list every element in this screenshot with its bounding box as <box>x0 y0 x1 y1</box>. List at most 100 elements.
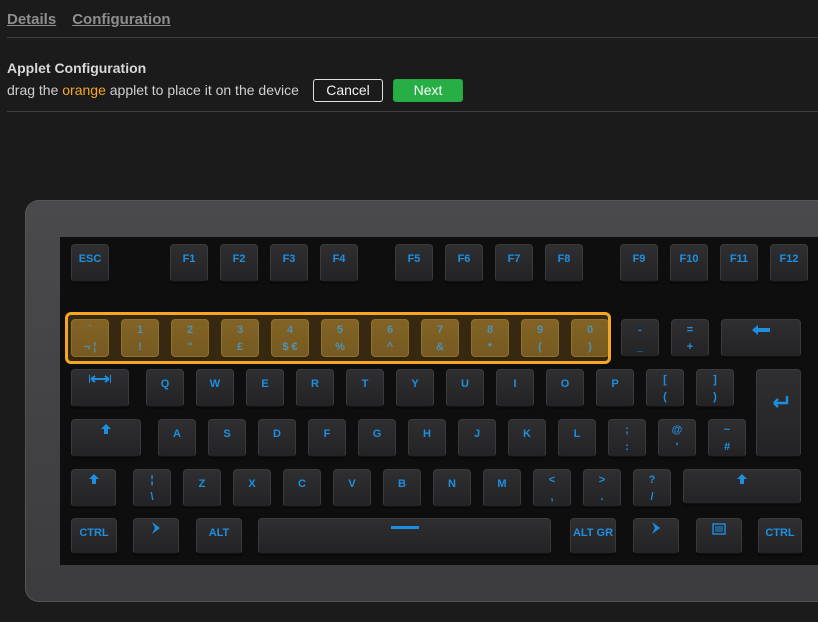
key-f6-label: F6 <box>457 253 471 265</box>
key-v[interactable]: V <box>333 469 371 507</box>
key-period-legend-bottom: . <box>600 491 604 503</box>
key-c[interactable]: C <box>283 469 321 507</box>
key-p[interactable]: P <box>596 369 634 407</box>
key-f6[interactable]: F6 <box>445 244 483 282</box>
key-n-label: N <box>448 478 456 490</box>
key-k[interactable]: K <box>508 419 546 457</box>
ctrl-right-key[interactable]: CTRL <box>758 518 802 554</box>
key-comma-legend-top: < <box>548 474 556 486</box>
tab-icon <box>72 374 128 384</box>
key-f2-label: F2 <box>232 253 246 265</box>
backspace-key[interactable] <box>721 319 801 357</box>
key-bracket-right[interactable]: ]) <box>696 369 734 407</box>
key-f-label: F <box>323 428 331 440</box>
key-k-label: K <box>523 428 531 440</box>
key-j[interactable]: J <box>458 419 496 457</box>
key-f5[interactable]: F5 <box>395 244 433 282</box>
key-l[interactable]: L <box>558 419 596 457</box>
key-a[interactable]: A <box>158 419 196 457</box>
key-t[interactable]: T <box>346 369 384 407</box>
space-key[interactable] <box>258 518 551 554</box>
key-slash[interactable]: ? / <box>633 469 671 507</box>
key-o-label: O <box>560 378 570 390</box>
key-i[interactable]: I <box>496 369 534 407</box>
key-c-label: C <box>298 478 306 490</box>
key-semicolon-legend-bottom: : <box>625 441 629 453</box>
key-b[interactable]: B <box>383 469 421 507</box>
key-m-label: M <box>497 478 507 490</box>
key-z[interactable]: Z <box>183 469 221 507</box>
tab-key[interactable] <box>71 369 129 407</box>
key-num-11[interactable]: - _ <box>621 319 659 357</box>
key-comma[interactable]: <, <box>533 469 571 507</box>
key-u[interactable]: U <box>446 369 484 407</box>
windows-right-key[interactable] <box>633 518 679 554</box>
key-slash-legend-top: ? <box>648 474 656 486</box>
key-bracket-left[interactable]: [( <box>646 369 684 407</box>
key-f11[interactable]: F11 <box>720 244 758 282</box>
desc-text: drag the <box>7 82 63 98</box>
key-num-12[interactable]: = + <box>671 319 709 357</box>
key-j-label: J <box>473 428 481 440</box>
key-y[interactable]: Y <box>396 369 434 407</box>
key-d-label: D <box>273 428 281 440</box>
key-o[interactable]: O <box>546 369 584 407</box>
next-button[interactable]: Next <box>393 79 463 102</box>
shift-right-icon <box>684 474 800 484</box>
key-f2[interactable]: F2 <box>220 244 258 282</box>
key-f3[interactable]: F3 <box>270 244 308 282</box>
number-row-applet[interactable] <box>65 312 611 364</box>
cancel-button[interactable]: Cancel <box>313 79 383 102</box>
key-f10-label: F10 <box>679 253 699 265</box>
shift-right-key[interactable] <box>683 469 801 504</box>
key-period[interactable]: >. <box>583 469 621 507</box>
divider <box>7 37 818 38</box>
windows-left-key[interactable] <box>133 518 179 554</box>
key-bracket-right-legend-bottom: ) <box>713 391 717 403</box>
key-w[interactable]: W <box>196 369 234 407</box>
key-f12[interactable]: F12 <box>770 244 808 282</box>
key-f4-label: F4 <box>332 253 346 265</box>
enter-key[interactable] <box>756 369 801 457</box>
shift-left-key[interactable] <box>71 469 116 507</box>
key-n[interactable]: N <box>433 469 471 507</box>
key-s[interactable]: S <box>208 419 246 457</box>
key-f[interactable]: F <box>308 419 346 457</box>
key-m[interactable]: M <box>483 469 521 507</box>
key-f12-label: F12 <box>779 253 799 265</box>
key-h[interactable]: H <box>408 419 446 457</box>
applet-config-description: drag the orange applet to place it on th… <box>7 82 299 98</box>
alt-left-key[interactable]: ALT <box>196 518 242 554</box>
tab-details[interactable]: Details <box>7 11 56 28</box>
key-hash[interactable]: ~ # <box>708 419 746 457</box>
key-q[interactable]: Q <box>146 369 184 407</box>
ctrl-left-key[interactable]: CTRL <box>71 518 117 554</box>
key-e[interactable]: E <box>246 369 284 407</box>
caps-lock-key[interactable] <box>71 419 141 457</box>
key-f10[interactable]: F10 <box>670 244 708 282</box>
key-backslash-legend-bottom: \ <box>150 491 154 503</box>
key-f4[interactable]: F4 <box>320 244 358 282</box>
key-f1[interactable]: F1 <box>170 244 208 282</box>
key-at[interactable]: @ ' <box>658 419 696 457</box>
menu-key[interactable] <box>696 518 742 554</box>
alt-gr-key[interactable]: ALT GR <box>570 518 616 554</box>
key-num-12-legend-bottom: + <box>686 341 694 353</box>
key-d[interactable]: D <box>258 419 296 457</box>
key-semicolon[interactable]: ;: <box>608 419 646 457</box>
key-l-label: L <box>573 428 581 440</box>
key-g[interactable]: G <box>358 419 396 457</box>
backspace-arrow-icon <box>722 325 800 335</box>
key-bracket-left-legend-bottom: ( <box>663 391 667 403</box>
key-backslash[interactable]: ¦ \ <box>133 469 171 507</box>
key-x[interactable]: X <box>233 469 271 507</box>
key-r[interactable]: R <box>296 369 334 407</box>
tab-configuration[interactable]: Configuration <box>72 11 170 28</box>
key-f8[interactable]: F8 <box>545 244 583 282</box>
windows-icon <box>134 521 178 535</box>
key-esc[interactable]: ESC <box>71 244 109 282</box>
key-f7[interactable]: F7 <box>495 244 533 282</box>
key-i-label: I <box>513 378 517 390</box>
key-f9[interactable]: F9 <box>620 244 658 282</box>
key-num-11-legend-bottom: _ <box>636 341 644 353</box>
